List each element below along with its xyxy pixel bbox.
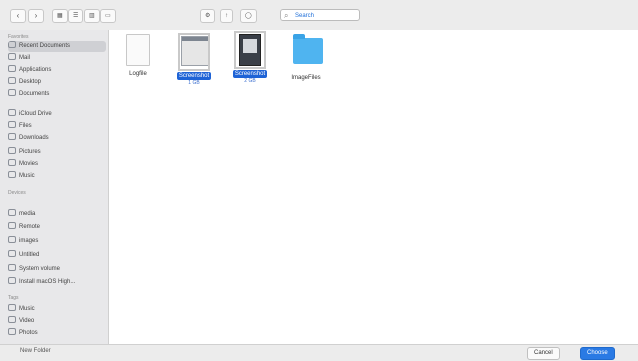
disk-icon (8, 277, 16, 284)
sidebar-item-files[interactable]: Files (8, 121, 106, 132)
dialog-footer: New Folder Cancel Choose (0, 344, 638, 361)
file-item[interactable]: Screenshot 2 GB (225, 31, 275, 84)
photo-icon (8, 328, 16, 335)
file-size: 2 GB (244, 78, 256, 84)
file-item[interactable]: Screenshot 1 GB (169, 33, 219, 86)
file-name: Logfile (129, 71, 147, 77)
screenshot-thumbnail (181, 36, 209, 66)
folder-item[interactable]: ImageFiles (281, 34, 331, 82)
sidebar-item-system-volume[interactable]: System volume (8, 264, 106, 275)
sidebar-item-music[interactable]: Music (8, 171, 106, 182)
view-list-button[interactable]: ☰ (68, 9, 84, 23)
back-button[interactable]: ‹ (10, 9, 26, 23)
folder-icon (8, 121, 16, 128)
search-placeholder: Search (295, 13, 315, 19)
search-input[interactable]: ⌕ Search (280, 9, 360, 21)
view-gallery-button[interactable]: ▭ (100, 9, 116, 23)
disk-icon (8, 250, 16, 257)
screenshot-thumbnail (239, 34, 261, 66)
sidebar-item-movies[interactable]: Movies (8, 159, 106, 170)
sidebar-item-untitled[interactable]: Untitled (8, 250, 106, 261)
sidebar-item-tag-music[interactable]: Music (8, 304, 106, 315)
view-icons-button[interactable]: ▦ (52, 9, 68, 23)
music-icon (8, 171, 16, 178)
sidebar-item-install-macos[interactable]: Install macOS High... (8, 277, 106, 288)
sidebar-item-tag-photos[interactable]: Photos (8, 328, 106, 339)
sidebar-item-recent[interactable]: Recent Documents (8, 41, 106, 52)
sidebar-item-downloads[interactable]: Downloads (8, 133, 106, 144)
file-browser: Logfile Screenshot 1 GB Screenshot 2 GB … (109, 30, 638, 344)
disk-icon (8, 236, 16, 243)
folder-name: ImageFiles (291, 75, 321, 81)
sidebar-item-desktop[interactable]: Desktop (8, 77, 106, 88)
search-icon: ⌕ (284, 11, 289, 20)
view-columns-button[interactable]: ▥ (84, 9, 100, 23)
file-thumbnail (178, 33, 210, 71)
sidebar-item-documents[interactable]: Documents (8, 89, 106, 100)
share-button[interactable]: ↑ (220, 9, 233, 23)
disk-icon (8, 264, 16, 271)
disk-icon (8, 209, 16, 216)
sidebar-item-mail[interactable]: Mail (8, 53, 106, 64)
movies-icon (8, 159, 16, 166)
file-name: Screenshot (176, 72, 212, 80)
video-icon (8, 316, 16, 323)
music-icon (8, 304, 16, 311)
clock-icon (8, 41, 16, 48)
sidebar-item-pictures[interactable]: Pictures (8, 147, 106, 158)
pictures-icon (8, 147, 16, 154)
file-size: 1 GB (188, 80, 200, 86)
devices-header: Devices (8, 190, 26, 196)
sidebar-item-icloud[interactable]: iCloud Drive (8, 109, 106, 120)
document-icon (126, 34, 150, 66)
download-icon (8, 133, 16, 140)
favorites-header: Favorites (8, 34, 29, 40)
sidebar-item-images[interactable]: images (8, 236, 106, 247)
cloud-icon (8, 109, 16, 116)
document-icon (8, 89, 16, 96)
network-icon (8, 222, 16, 229)
sidebar: Favorites Recent Documents Mail Applicat… (0, 30, 109, 344)
apps-icon (8, 65, 16, 72)
group-button[interactable]: ⚙ (200, 9, 216, 23)
file-name: Screenshot (232, 70, 268, 78)
choose-button[interactable]: Choose (580, 347, 615, 360)
forward-button[interactable]: › (28, 9, 44, 23)
cancel-button[interactable]: Cancel (527, 347, 560, 360)
sidebar-item-media[interactable]: media (8, 209, 106, 220)
sidebar-item-applications[interactable]: Applications (8, 65, 106, 76)
new-folder-button[interactable]: New Folder (20, 348, 51, 354)
file-thumbnail (234, 31, 266, 69)
folder-thumbnail (293, 34, 323, 70)
file-item[interactable]: Logfile (113, 34, 163, 78)
toolbar: ‹ › ▦ ☰ ▥ ▭ ⚙ ↑ ◯ ⌕ Search (0, 0, 638, 31)
tag-button[interactable]: ◯ (240, 9, 257, 23)
folder-icon (293, 34, 323, 64)
sidebar-item-tag-video[interactable]: Video (8, 316, 106, 327)
desktop-icon (8, 77, 16, 84)
mail-icon (8, 53, 16, 60)
sidebar-item-remote[interactable]: Remote (8, 222, 106, 233)
tags-header: Tags (8, 295, 19, 301)
file-thumbnail (125, 34, 151, 66)
